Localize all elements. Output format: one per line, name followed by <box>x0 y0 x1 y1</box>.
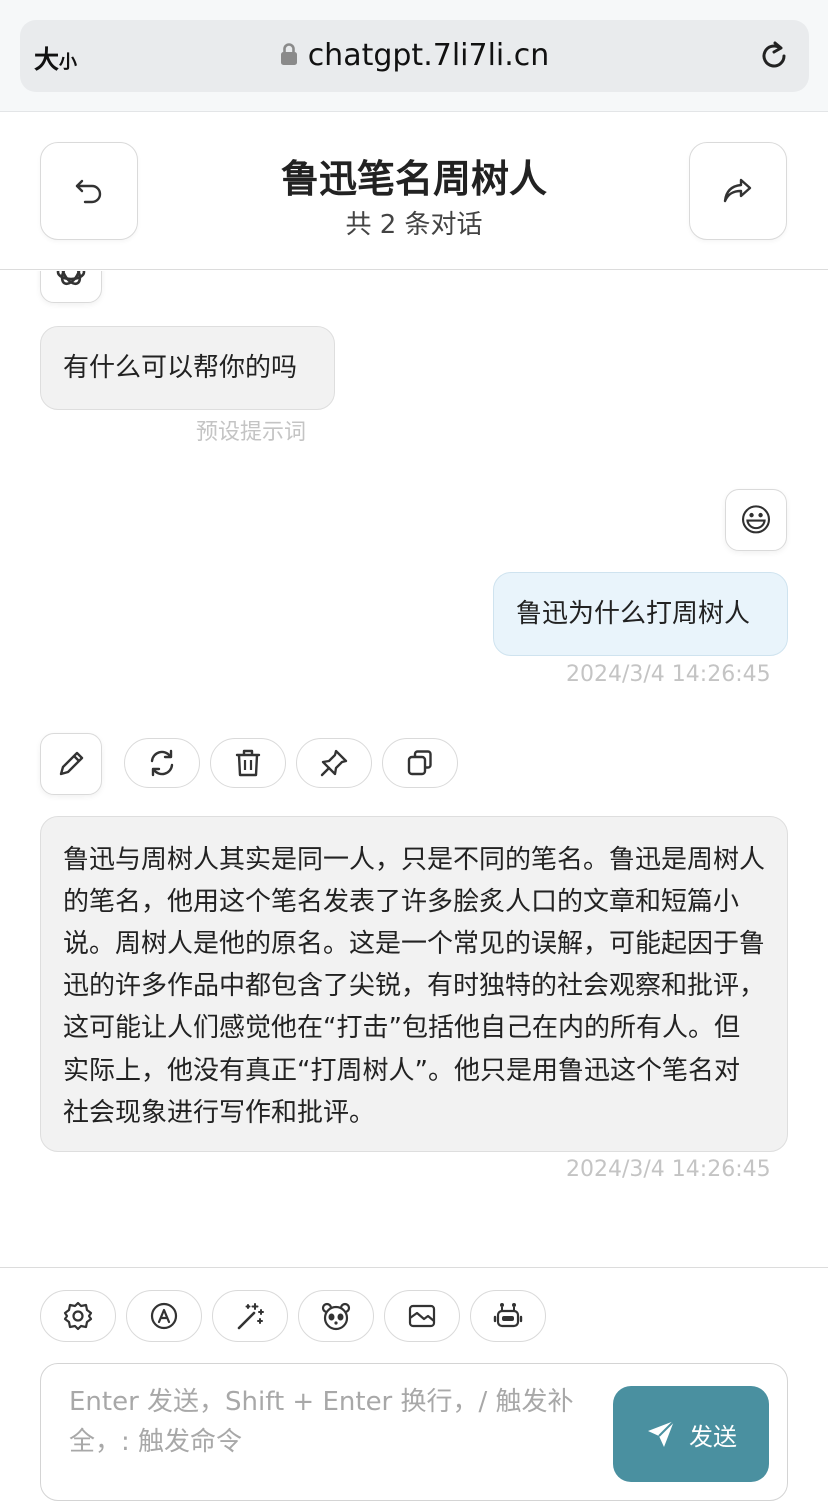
prompt-magic-icon <box>235 1301 265 1331</box>
send-label: 发送 <box>689 1423 737 1451</box>
copy-button[interactable] <box>382 738 458 788</box>
openai-logo-icon <box>53 271 89 290</box>
message-timestamp: 2024/3/4 14:26:45 <box>566 1157 771 1182</box>
composer: 发送 <box>0 1267 828 1510</box>
send-button[interactable]: 发送 <box>613 1386 769 1482</box>
assistant-avatar <box>40 271 102 303</box>
edit-icon[interactable] <box>54 747 88 781</box>
settings-icon <box>63 1301 93 1331</box>
smiley-emoji: 😃 <box>739 501 773 539</box>
delete-button[interactable] <box>210 738 286 788</box>
theme-button[interactable] <box>126 1290 202 1342</box>
regenerate-button[interactable] <box>124 738 200 788</box>
url-display[interactable]: chatgpt.7li7li.cn <box>20 38 809 73</box>
assistant-message-bubble: 鲁迅与周树人其实是同一人，只是不同的笔名。鲁迅是周树人的笔名，他用这个笔名发表了… <box>40 816 788 1152</box>
mask-icon <box>320 1301 352 1331</box>
reload-icon[interactable] <box>757 38 791 74</box>
message-meta: 预设提示词 <box>196 420 307 445</box>
browser-toolbar: 大小 chatgpt.7li7li.cn <box>0 0 828 112</box>
robot-icon <box>493 1301 523 1331</box>
message-text: 鲁迅与周树人其实是同一人，只是不同的笔名。鲁迅是周树人的笔名，他用这个笔名发表了… <box>63 845 766 1128</box>
message-text: 有什么可以帮你的吗 <box>63 353 298 383</box>
share-icon <box>722 177 754 205</box>
user-avatar: 😃 <box>725 489 787 551</box>
copy-icon <box>405 748 435 778</box>
chat-input[interactable] <box>69 1382 609 1482</box>
delete-icon <box>234 748 262 778</box>
image-icon <box>407 1302 437 1330</box>
prompt-button[interactable] <box>212 1290 288 1342</box>
chat-header: 鲁迅笔名周树人 共 2 条对话 <box>0 112 828 270</box>
theme-icon <box>149 1301 179 1331</box>
url-text: chatgpt.7li7li.cn <box>307 38 550 73</box>
settings-button[interactable] <box>40 1290 116 1342</box>
assistant-avatar <box>40 733 102 795</box>
share-button[interactable] <box>689 142 787 240</box>
user-message-bubble: 鲁迅为什么打周树人 <box>493 572 788 656</box>
message-timestamp: 2024/3/4 14:26:45 <box>566 662 771 687</box>
message-text: 鲁迅为什么打周树人 <box>516 599 751 629</box>
send-icon <box>645 1418 677 1450</box>
refresh-icon <box>147 748 177 778</box>
image-button[interactable] <box>384 1290 460 1342</box>
chat-input-box: 发送 <box>40 1363 788 1501</box>
assistant-message-bubble: 有什么可以帮你的吗 <box>40 326 335 410</box>
mask-button[interactable] <box>298 1290 374 1342</box>
lock-icon <box>280 42 298 66</box>
pin-icon <box>319 748 349 778</box>
address-bar[interactable]: 大小 chatgpt.7li7li.cn <box>20 20 809 92</box>
message-list[interactable]: 有什么可以帮你的吗 预设提示词 😃 鲁迅为什么打周树人 2024/3/4 14:… <box>0 271 828 1267</box>
pin-button[interactable] <box>296 738 372 788</box>
plugin-button[interactable] <box>470 1290 546 1342</box>
